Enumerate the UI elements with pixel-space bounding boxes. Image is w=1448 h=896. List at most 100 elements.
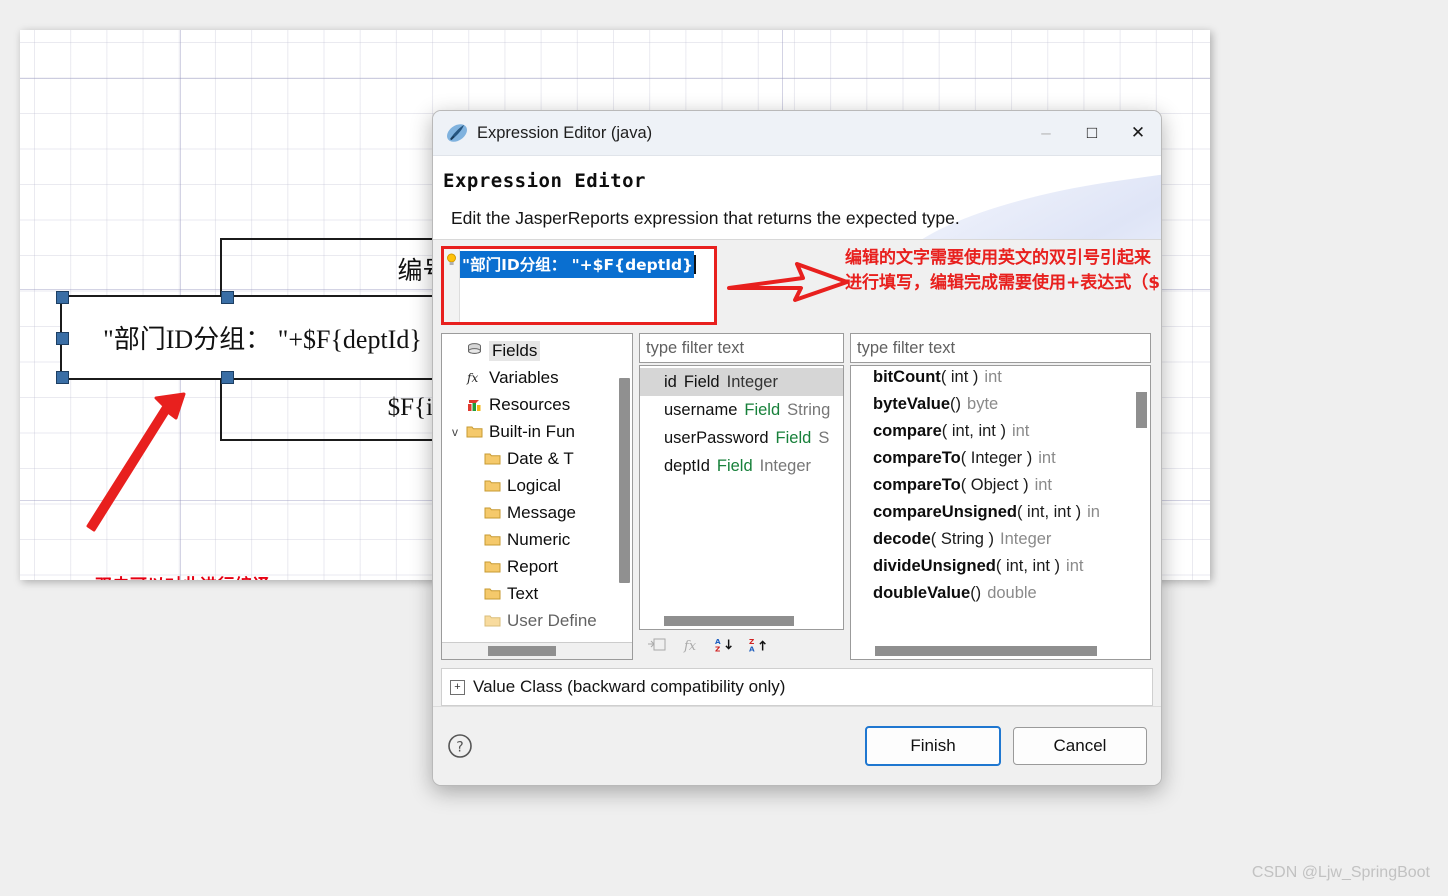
method-return-type: byte [967,395,999,413]
maximize-button[interactable]: □ [1069,111,1115,155]
field-type: String [787,400,831,419]
tree-item-date-time[interactable]: Date & T [442,445,632,472]
value-class-section[interactable]: + Value Class (backward compatibility on… [441,668,1153,706]
text-caret [694,255,697,274]
cancel-button[interactable]: Cancel [1013,727,1147,765]
field-tag: Field [744,400,781,419]
field-tag: Field [683,372,720,391]
tree-item-variables[interactable]: fx Variables [442,364,632,391]
tree-item-logical[interactable]: Logical [442,472,632,499]
folder-icon [482,586,502,601]
method-row[interactable]: divideUnsigned ( int, int ) int [851,557,1150,584]
fields-filter-input[interactable]: type filter text [639,333,844,363]
header-subtitle: Edit the JasperReports expression that r… [451,208,960,228]
method-name: compareTo [873,449,961,467]
methods-listbox[interactable]: bitCount ( int ) int byteValue () byte c… [850,365,1151,660]
close-button[interactable]: ✕ [1115,111,1161,155]
tree-horizontal-scrollbar-track[interactable] [442,642,632,659]
methods-filter-input[interactable]: type filter text [850,333,1151,363]
resources-icon [464,396,484,413]
tree-item-numeric[interactable]: Numeric [442,526,632,553]
tree-horizontal-scrollbar-thumb[interactable] [488,646,556,656]
category-tree-list[interactable]: Fields fx Variables Resources v Built-in… [442,334,632,642]
insert-field-icon[interactable] [647,635,667,655]
tree-item-resources[interactable]: Resources [442,391,632,418]
method-return-type: Integer [1000,530,1052,548]
minimize-button[interactable]: – [1023,111,1069,155]
method-return-type: int [984,368,1002,386]
insert-function-icon[interactable]: fx [681,635,701,655]
method-row[interactable]: compareTo ( Integer ) int [851,449,1150,476]
expand-icon[interactable]: + [450,679,465,695]
methods-list[interactable]: bitCount ( int ) int byteValue () byte c… [851,366,1150,644]
field-row-username[interactable]: username Field String [640,396,843,424]
svg-text:Z: Z [715,644,720,653]
expression-editor-highlight-box[interactable]: "部门ID分组： "+$F{deptId} [441,246,717,325]
resize-handle-w[interactable] [56,332,69,345]
field-type: Integer [726,372,778,391]
methods-pane[interactable]: type filter text bitCount ( int ) int by… [850,333,1151,660]
methods-horizontal-scrollbar-track[interactable] [851,644,1150,659]
sort-az-icon[interactable]: A Z [715,635,735,655]
dialog-titlebar[interactable]: Expression Editor (java) – □ ✕ [433,111,1161,156]
tree-label: Date & T [507,448,574,468]
expression-editor-dialog[interactable]: Expression Editor (java) – □ ✕ Expressio… [432,110,1162,786]
annotation-text-bottom: 双击可以对此进行编译 [95,571,270,580]
tree-vertical-scrollbar[interactable] [619,378,630,583]
category-tree-pane[interactable]: Fields fx Variables Resources v Built-in… [441,333,633,660]
tree-item-builtin-functions[interactable]: v Built-in Fun [442,418,632,445]
tree-item-fields[interactable]: Fields [442,337,632,364]
selected-text-field[interactable]: "部门ID分组： "+$F{deptId} [56,291,469,384]
field-name: username [664,400,738,419]
method-row[interactable]: decode ( String ) Integer [851,530,1150,557]
help-question-icon[interactable]: ? [447,733,473,759]
fields-listbox[interactable]: id Field Integer username Field String u… [639,365,844,630]
tree-item-user-defined[interactable]: User Define [442,607,632,634]
method-args: ( Integer ) [960,449,1033,467]
folder-icon [482,478,502,493]
expression-value: "部门ID分组： "+$F{deptId} [460,251,695,278]
tree-label: Fields [489,340,541,361]
sort-za-icon[interactable]: Z A [749,635,769,655]
folder-icon [482,613,502,628]
field-tag: Field [775,428,812,447]
field-row-userpassword[interactable]: userPassword Field S [640,424,843,452]
folder-icon [482,559,502,574]
tree-item-text[interactable]: Text [442,580,632,607]
resize-handle-sw[interactable] [56,371,69,384]
tree-item-message[interactable]: Message [442,499,632,526]
fields-list[interactable]: id Field Integer username Field String u… [640,366,843,614]
method-row[interactable]: doubleValue () double [851,584,1150,611]
tree-item-report[interactable]: Report [442,553,632,580]
finish-button[interactable]: Finish [865,726,1001,766]
fields-horizontal-scrollbar-thumb[interactable] [664,616,794,626]
field-row-deptid[interactable]: deptId Field Integer [640,452,843,480]
fields-pane[interactable]: type filter text id Field Integer userna… [639,333,844,660]
field-name: deptId [664,456,710,475]
method-row[interactable]: compare ( int, int ) int [851,422,1150,449]
method-row[interactable]: compareTo ( Object ) int [851,476,1150,503]
method-row[interactable]: compareUnsigned ( int, int ) in [851,503,1150,530]
tree-label: Message [507,502,576,522]
method-name: compare [873,422,942,440]
tree-label: Text [507,583,539,603]
resize-handle-nw[interactable] [56,291,69,304]
method-row[interactable]: bitCount ( int ) int [851,368,1150,395]
svg-text:fx: fx [466,371,478,385]
fields-horizontal-scrollbar-track[interactable] [640,614,843,629]
method-args: ( Object ) [960,476,1029,494]
tree-twisty-expanded[interactable]: v [446,425,464,439]
jasperreports-icon [447,124,467,142]
field-row-id[interactable]: id Field Integer [640,368,843,396]
resize-handle-s[interactable] [221,371,234,384]
svg-text:fx: fx [683,639,697,654]
fields-toolbar[interactable]: fx A Z Z A [639,630,844,660]
method-row[interactable]: byteValue () byte [851,395,1150,422]
method-name: decode [873,530,931,548]
methods-horizontal-scrollbar-thumb[interactable] [875,646,1097,656]
expression-text-area[interactable]: "部门ID分组： "+$F{deptId} [460,249,714,322]
methods-vertical-scrollbar-thumb[interactable] [1136,392,1147,428]
resize-handle-n[interactable] [221,291,234,304]
method-return-type: int [1011,422,1030,440]
tree-label: Built-in Fun [489,421,575,441]
